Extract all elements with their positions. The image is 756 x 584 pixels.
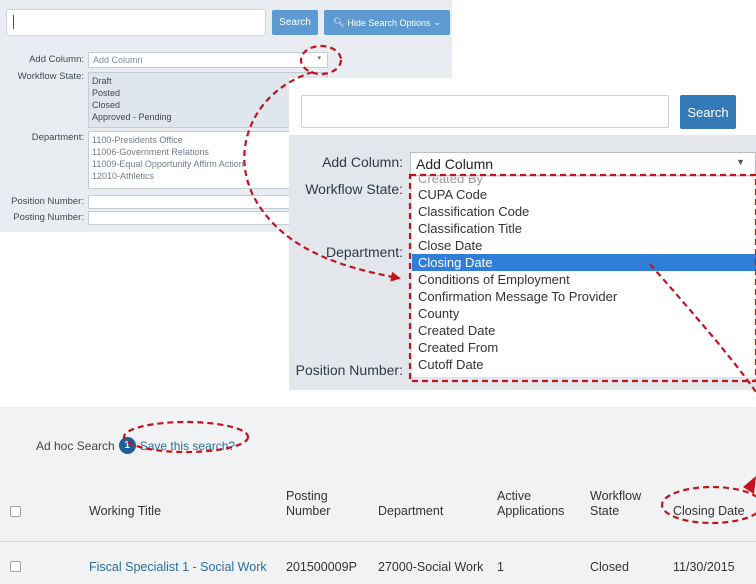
posting-number-label: Posting Number: [13, 212, 84, 223]
dropdown-option[interactable]: County [412, 305, 756, 322]
step-badge: 1 [118, 437, 136, 454]
search-input[interactable] [6, 9, 266, 36]
add-column-select[interactable]: Add Column ▾ [88, 52, 328, 68]
dropdown-option[interactable]: Cutoff Date [412, 356, 756, 373]
department-label: Department: [31, 132, 84, 143]
search-button[interactable]: Search [272, 10, 318, 35]
add-column-label-zoom: Add Column: [322, 154, 403, 170]
dropdown-option[interactable]: Confirmation Message To Provider [412, 288, 756, 305]
row-checkbox[interactable] [10, 561, 21, 572]
dropdown-arrow-icon: ▾ [317, 55, 321, 62]
search-input-zoom[interactable] [301, 95, 669, 128]
column-active-applications-line1: Active [497, 489, 532, 503]
column-posting-number-line2: Number [286, 504, 331, 518]
dropdown-option[interactable]: Created Date [412, 322, 756, 339]
add-column-dropdown-list[interactable]: Created By CUPA Code Classification Code… [412, 177, 756, 377]
add-column-label: Add Column: [29, 54, 84, 65]
add-column-select-zoom[interactable]: Add Column ▼ [410, 152, 756, 176]
workflow-state-label-zoom: Workflow State: [305, 181, 403, 197]
cell-department: 27000-Social Work [378, 560, 484, 574]
text-caret [13, 15, 14, 29]
dropdown-option[interactable]: Conditions of Employment [412, 271, 756, 288]
dropdown-option[interactable]: Classification Code [412, 203, 756, 220]
dropdown-option[interactable]: Close Date [412, 237, 756, 254]
add-column-value: Add Column [416, 156, 494, 172]
cell-working-title[interactable]: Fiscal Specialist 1 - Social Work [89, 560, 267, 574]
column-working-title[interactable]: Working Title [89, 504, 161, 519]
column-posting-number[interactable]: Posting Number [286, 489, 330, 519]
add-column-placeholder: Add Column [93, 55, 143, 65]
column-active-applications[interactable]: Active Applications [497, 489, 564, 519]
results-header: Ad hoc Search 1 Save this search? [36, 437, 235, 454]
hide-search-options-label: Hide Search Options [347, 17, 431, 28]
cell-active-applications: 1 [497, 560, 504, 574]
column-workflow-state-line1: Workflow [590, 489, 642, 503]
dropdown-option[interactable]: Created By [412, 177, 756, 186]
column-posting-number-line1: Posting [286, 489, 328, 503]
save-search-link[interactable]: Save this search? [140, 439, 235, 453]
dropdown-option[interactable]: CUPA Code [412, 186, 756, 203]
position-number-label: Position Number: [11, 196, 84, 207]
column-department[interactable]: Department [378, 504, 443, 519]
results-title: Ad hoc Search [36, 438, 115, 453]
results-panel: Ad hoc Search 1 Save this search? Workin… [0, 407, 756, 584]
search-options-panel-zoom: Search Add Column: Add Column ▼ Workflow… [289, 78, 756, 390]
dropdown-arrow-icon: ▼ [736, 157, 745, 167]
workflow-state-label: Workflow State: [17, 71, 84, 82]
dropdown-option[interactable]: Classification Title [412, 220, 756, 237]
position-number-label-zoom: Position Number: [295, 362, 403, 378]
cell-workflow-state: Closed [590, 560, 629, 574]
column-closing-date[interactable]: Closing Date [673, 504, 745, 519]
search-button-zoom[interactable]: Search [680, 95, 736, 129]
column-active-applications-line2: Applications [497, 504, 565, 518]
dropdown-option-selected[interactable]: Closing Date [412, 254, 756, 271]
column-workflow-state[interactable]: Workflow State [590, 489, 641, 519]
search-icon: 🔍︎ [332, 17, 345, 27]
hide-search-options-button[interactable]: 🔍︎ Hide Search Options ⌄ [324, 10, 450, 35]
header-divider [0, 541, 756, 542]
chevron-down-icon: ⌄ [433, 17, 442, 27]
column-workflow-state-line2: State [590, 504, 620, 518]
select-all-checkbox[interactable] [10, 506, 21, 517]
department-label-zoom: Department: [325, 244, 403, 260]
dropdown-option[interactable]: Created From [412, 339, 756, 356]
cell-posting-number: 201500009P [286, 560, 357, 574]
cell-closing-date: 11/30/2015 [673, 560, 735, 574]
